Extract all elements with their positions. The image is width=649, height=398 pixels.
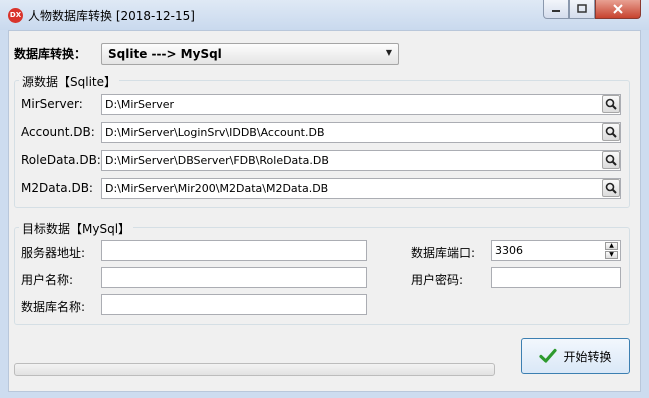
mirserver-label: MirServer: <box>21 97 83 111</box>
check-icon <box>539 348 558 363</box>
browse-account-db-button[interactable] <box>602 123 620 141</box>
server-address-label: 服务器地址: <box>21 246 86 260</box>
spin-down-icon[interactable]: ▼ <box>605 251 618 259</box>
spin-up-icon[interactable]: ▲ <box>605 242 618 250</box>
browse-m2data-db-button[interactable] <box>602 179 620 197</box>
account-db-path-input[interactable]: D:\MirServer\LoginSrv\IDDB\Account.DB <box>101 122 621 143</box>
window-frame-left <box>0 30 8 398</box>
close-button[interactable] <box>595 0 641 19</box>
window-frame-bottom <box>0 392 649 398</box>
port-input[interactable]: 3306 <box>491 240 621 261</box>
source-group-title: 源数据【Sqlite】 <box>19 73 119 90</box>
close-icon <box>613 4 623 14</box>
progress-bar <box>14 363 495 376</box>
username-input[interactable] <box>101 267 367 288</box>
maximize-button[interactable] <box>569 0 595 19</box>
app-icon: DX <box>8 8 23 23</box>
port-spinner[interactable]: ▲ ▼ <box>605 242 618 259</box>
password-label: 用户密码: <box>411 273 464 287</box>
mode-select-value: Sqlite ---> MySql <box>108 47 222 61</box>
m2data-db-label: M2Data.DB: <box>21 181 93 195</box>
roledata-db-label: RoleData.DB: <box>21 153 101 167</box>
roledata-db-path-value: D:\MirServer\DBServer\FDB\RoleData.DB <box>105 154 329 167</box>
m2data-db-path-input[interactable]: D:\MirServer\Mir200\M2Data\M2Data.DB <box>101 178 621 199</box>
port-label: 数据库端口: <box>411 246 476 260</box>
search-icon <box>605 182 617 194</box>
browse-mirserver-button[interactable] <box>602 95 620 113</box>
username-label: 用户名称: <box>21 273 74 287</box>
account-db-label: Account.DB: <box>21 125 95 139</box>
start-convert-label: 开始转换 <box>563 349 612 364</box>
mirserver-path-value: D:\MirServer <box>105 98 175 111</box>
roledata-db-path-input[interactable]: D:\MirServer\DBServer\FDB\RoleData.DB <box>101 150 621 171</box>
search-icon <box>605 154 617 166</box>
mode-label: 数据库转换： <box>14 47 87 61</box>
search-icon <box>605 98 617 110</box>
start-convert-button[interactable]: 开始转换 <box>521 338 630 374</box>
chevron-down-icon: ▼ <box>385 48 392 57</box>
maximize-icon <box>577 4 587 13</box>
window-title: 人物数据库转换 [2018-12-15] <box>28 9 195 23</box>
database-name-label: 数据库名称: <box>21 300 86 314</box>
minimize-icon <box>552 10 560 12</box>
server-address-input[interactable] <box>101 240 367 261</box>
mirserver-path-input[interactable]: D:\MirServer <box>101 94 621 115</box>
password-input[interactable] <box>491 267 621 288</box>
window-frame-right <box>641 30 649 398</box>
port-value: 3306 <box>495 244 523 257</box>
mode-select[interactable]: Sqlite ---> MySql ▼ <box>101 43 399 65</box>
browse-roledata-db-button[interactable] <box>602 151 620 169</box>
minimize-button[interactable] <box>543 0 569 19</box>
m2data-db-path-value: D:\MirServer\Mir200\M2Data\M2Data.DB <box>105 182 329 195</box>
database-name-input[interactable] <box>101 294 367 315</box>
account-db-path-value: D:\MirServer\LoginSrv\IDDB\Account.DB <box>105 126 325 139</box>
target-group-title: 目标数据【MySql】 <box>19 220 134 237</box>
search-icon <box>605 126 617 138</box>
